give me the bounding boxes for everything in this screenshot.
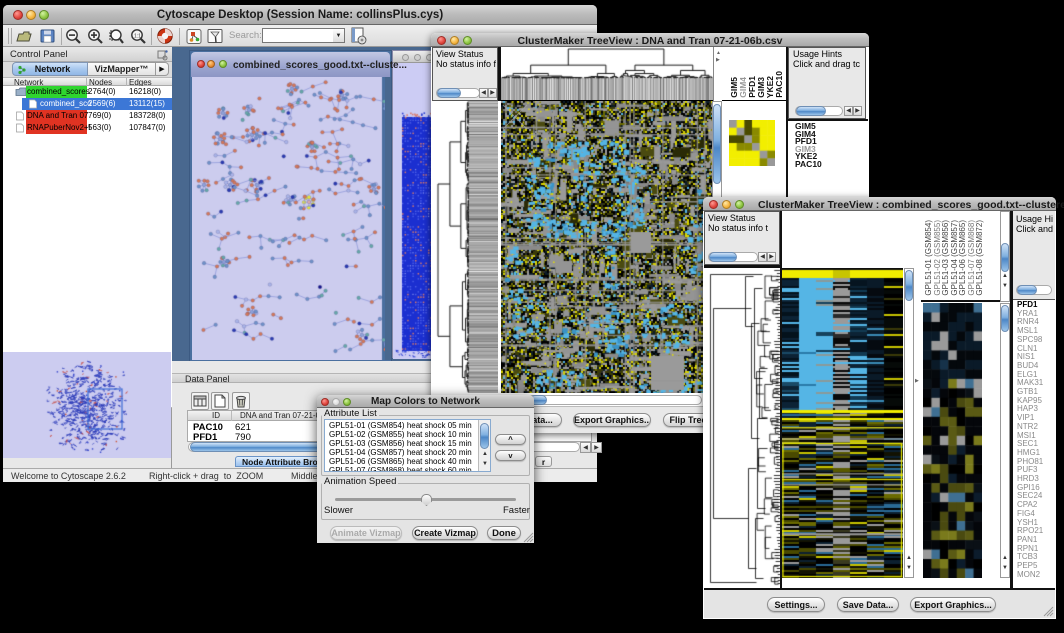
svg-text:1:1: 1:1 (134, 34, 141, 40)
